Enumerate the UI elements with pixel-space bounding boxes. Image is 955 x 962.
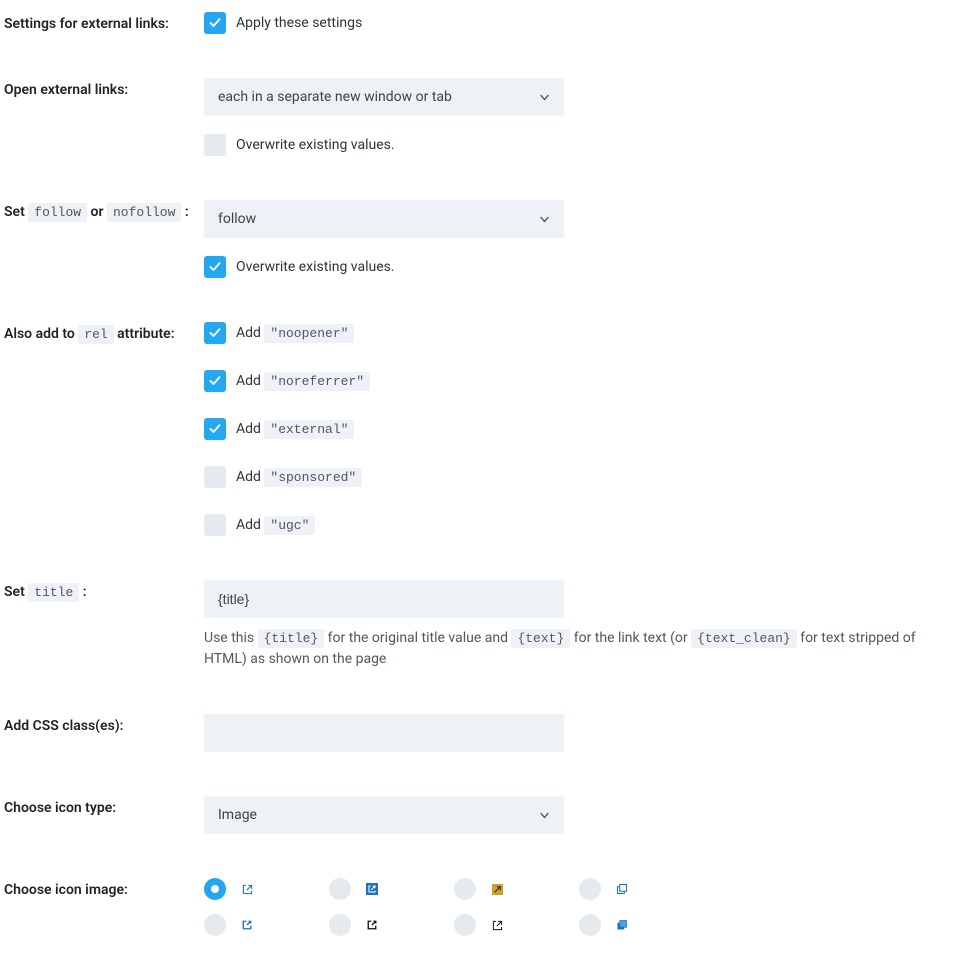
follow-select[interactable]: follow (204, 200, 564, 238)
rel-label: Add "sponsored" (236, 469, 362, 485)
icon-image-radio[interactable] (454, 914, 476, 936)
set-follow-label: Set follow or nofollow : (4, 200, 204, 220)
rel-label: Add "external" (236, 421, 354, 437)
chevron-down-icon (539, 214, 550, 225)
icon-image-radio[interactable] (579, 914, 601, 936)
icon-image-option-4[interactable] (579, 878, 704, 900)
check-icon (209, 423, 221, 435)
css-class-label: Add CSS class(es): (4, 714, 204, 734)
title-help-text: Use this {title} for the original title … (204, 628, 951, 670)
icon-image-option-5[interactable] (204, 914, 329, 936)
external-link-icon (615, 882, 629, 896)
follow-overwrite-checkbox[interactable] (204, 256, 226, 278)
icon-type-label: Choose icon type: (4, 796, 204, 816)
rel-label: Add "noreferrer" (236, 373, 370, 389)
icon-image-option-6[interactable] (329, 914, 454, 936)
rel-label: Add "noopener" (236, 325, 354, 341)
icon-image-radio[interactable] (329, 914, 351, 936)
icon-image-option-1[interactable] (204, 878, 329, 900)
icon-image-radio[interactable] (454, 878, 476, 900)
open-overwrite-checkbox[interactable] (204, 134, 226, 156)
rel-checkbox-external[interactable] (204, 418, 226, 440)
rel-label: Add "ugc" (236, 517, 315, 533)
rel-attribute-label: Also add to rel attribute: (4, 322, 204, 342)
follow-select-value: follow (218, 211, 256, 227)
external-link-icon (365, 882, 379, 896)
rel-checkbox-noopener[interactable] (204, 322, 226, 344)
external-link-icon (615, 918, 629, 932)
open-overwrite-label: Overwrite existing values. (236, 137, 395, 153)
open-external-links-select[interactable]: each in a separate new window or tab (204, 78, 564, 116)
icon-image-option-7[interactable] (454, 914, 579, 936)
settings-for-external-links-label: Settings for external links: (4, 12, 204, 32)
external-link-icon (240, 882, 254, 896)
check-icon (209, 375, 221, 387)
follow-overwrite-label: Overwrite existing values. (236, 259, 395, 275)
rel-checkbox-ugc[interactable] (204, 514, 226, 536)
icon-image-option-2[interactable] (329, 878, 454, 900)
icon-type-select[interactable]: Image (204, 796, 564, 834)
icon-image-label: Choose icon image: (4, 878, 204, 898)
icon-image-option-8[interactable] (579, 914, 704, 936)
chevron-down-icon (539, 810, 550, 821)
external-link-icon (490, 918, 504, 932)
open-external-links-value: each in a separate new window or tab (218, 89, 452, 105)
apply-settings-checkbox[interactable] (204, 12, 226, 34)
icon-image-radio[interactable] (579, 878, 601, 900)
icon-type-value: Image (218, 807, 257, 823)
rel-checkbox-noreferrer[interactable] (204, 370, 226, 392)
icon-image-radio[interactable] (204, 914, 226, 936)
css-class-input[interactable] (204, 714, 564, 752)
set-title-label: Set title : (4, 580, 204, 600)
external-link-icon (240, 918, 254, 932)
apply-settings-label: Apply these settings (236, 15, 362, 31)
icon-image-radio[interactable] (329, 878, 351, 900)
open-external-links-label: Open external links: (4, 78, 204, 98)
rel-checkbox-sponsored[interactable] (204, 466, 226, 488)
title-input[interactable] (204, 580, 564, 618)
icon-image-radio[interactable] (204, 878, 226, 900)
check-icon (209, 17, 221, 29)
external-link-icon (365, 918, 379, 932)
check-icon (209, 327, 221, 339)
chevron-down-icon (539, 92, 550, 103)
check-icon (209, 261, 221, 273)
icon-image-option-3[interactable] (454, 878, 579, 900)
external-link-icon (490, 882, 504, 896)
